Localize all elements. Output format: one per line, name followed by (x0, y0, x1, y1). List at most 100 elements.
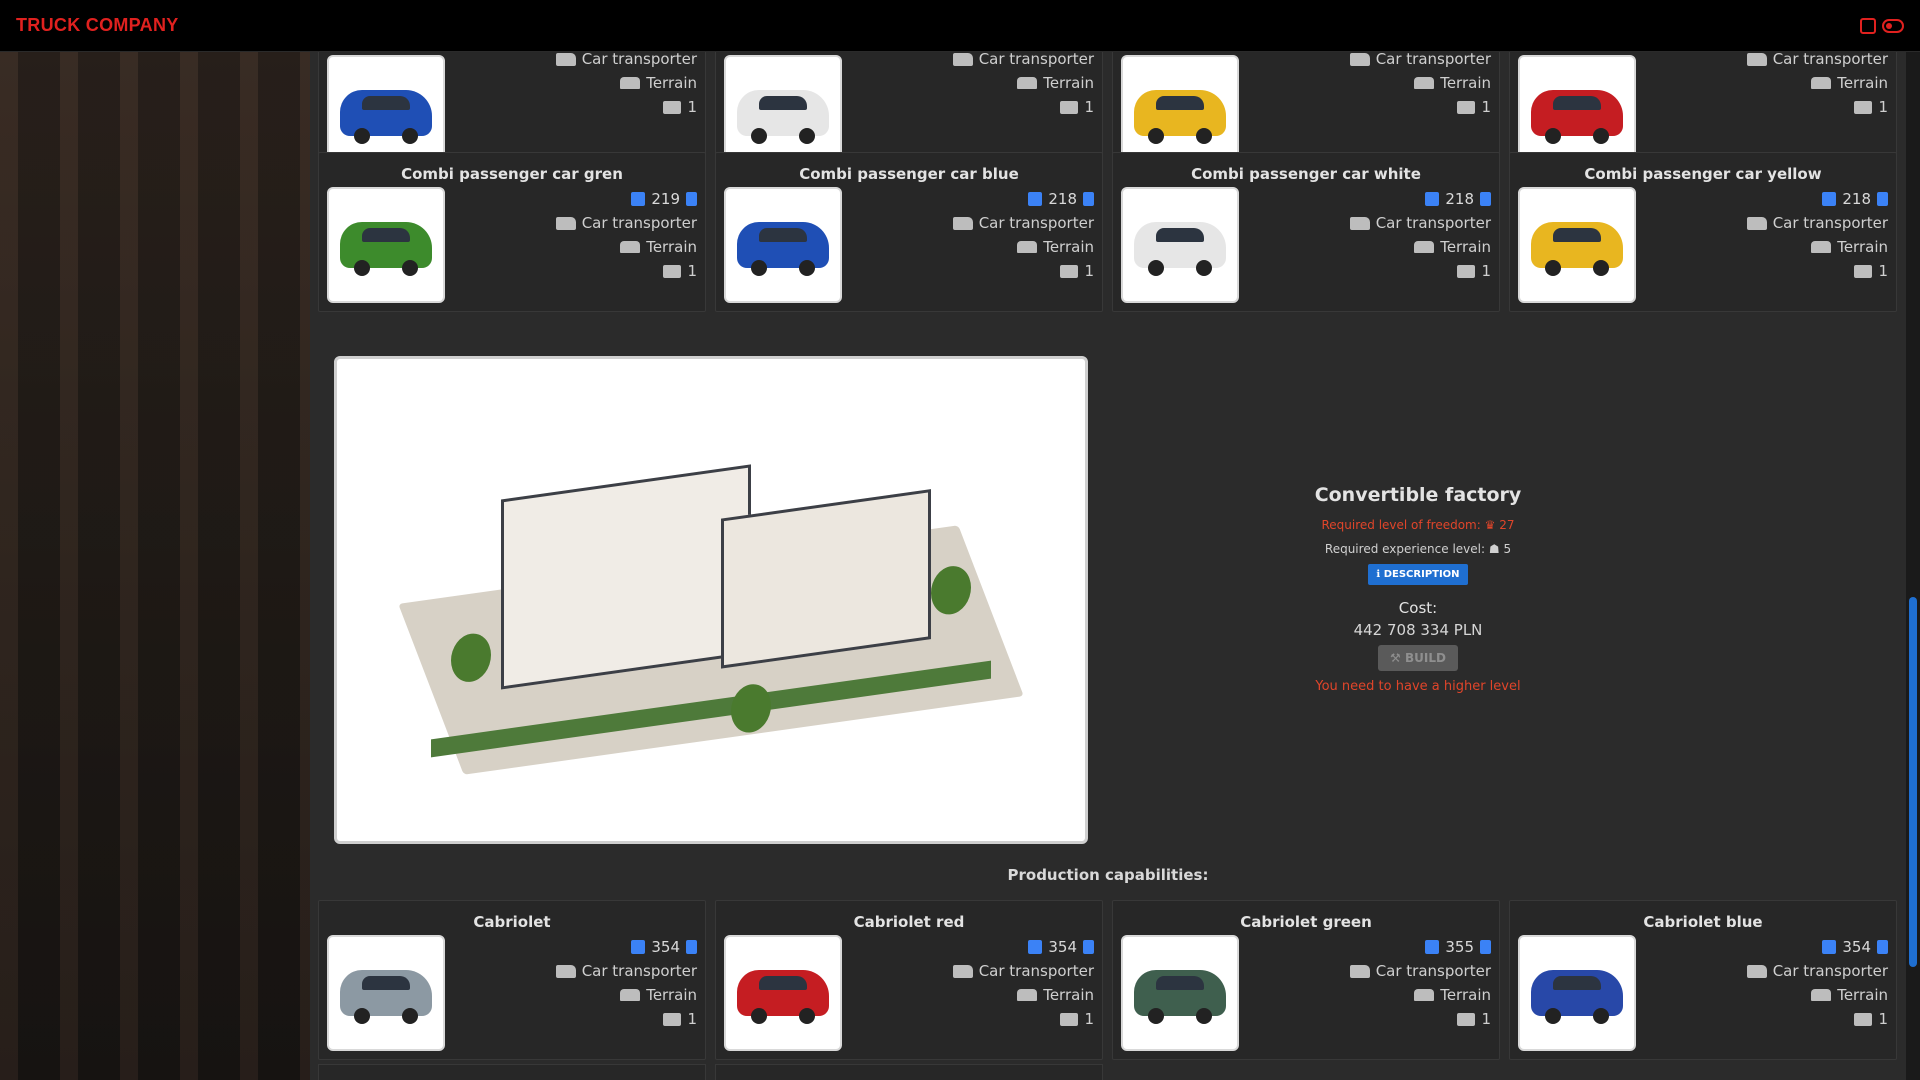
fuel-icon[interactable] (1860, 17, 1876, 34)
building-count: 1 (687, 1010, 697, 1028)
building-count: 1 (1084, 262, 1094, 280)
description-label: DESCRIPTION (1383, 569, 1460, 580)
bottom-card-row (318, 1064, 1897, 1080)
document-icon (686, 940, 697, 954)
building-icon (663, 264, 682, 278)
transport-type: Car transporter (1772, 962, 1888, 980)
crown-icon: ♛ (1484, 518, 1496, 532)
vehicle-image (327, 187, 445, 303)
building-count: 1 (687, 262, 697, 280)
production-card-row: Cabriolet 354 Car transporter Terrain 1 … (318, 900, 1897, 1060)
terrain-label: Terrain (646, 986, 697, 1004)
terrain-label: Terrain (1837, 238, 1888, 256)
build-label: BUILD (1404, 651, 1446, 665)
garage-icon (620, 241, 641, 253)
garage-icon (1811, 77, 1832, 89)
vehicle-card[interactable]: Combi passenger car white 218 Car transp… (1112, 152, 1500, 312)
building-icon (1060, 1012, 1079, 1026)
info-icon: ℹ (1376, 569, 1381, 580)
vehicle-name: Combi passenger car blue (799, 165, 1019, 183)
price-icon (631, 192, 646, 206)
vehicle-card[interactable]: Combi passenger car gren 219 Car transpo… (318, 152, 706, 312)
car-transporter-icon (1746, 52, 1767, 66)
price-icon (1425, 192, 1440, 206)
document-icon (1480, 192, 1491, 206)
terrain-label: Terrain (646, 238, 697, 256)
vehicle-image (1518, 935, 1636, 1051)
vehicle-card[interactable]: Cabriolet 354 Car transporter Terrain 1 (318, 900, 706, 1060)
transport-type: Car transporter (978, 52, 1094, 68)
vehicle-card[interactable]: Cabriolet red 354 Car transporter Terrai… (715, 900, 1103, 1060)
required-experience-value: 5 (1503, 542, 1512, 556)
description-button[interactable]: ℹ DESCRIPTION (1368, 564, 1468, 585)
scrollbar-thumb[interactable] (1909, 597, 1917, 967)
terrain-label: Terrain (1440, 74, 1491, 92)
building-icon (1457, 264, 1476, 278)
building-count: 1 (1878, 262, 1888, 280)
car-transporter-icon (555, 216, 576, 230)
terrain-label: Terrain (1440, 238, 1491, 256)
required-freedom-value: 27 (1499, 518, 1515, 532)
vehicle-name: Combi passenger car white (1191, 165, 1421, 183)
building-icon (663, 100, 682, 114)
vehicle-card[interactable] (715, 1064, 1103, 1080)
top-bar: TRUCK COMPANY (0, 0, 1920, 52)
price-icon (1822, 192, 1837, 206)
factory-image (334, 356, 1088, 844)
vehicle-card[interactable]: Cabriolet blue 354 Car transporter Terra… (1509, 900, 1897, 1060)
vehicle-name: Cabriolet red (853, 913, 965, 931)
vehicle-price: 218 (1048, 190, 1077, 208)
transport-type: Car transporter (1375, 214, 1491, 232)
building-count: 1 (1084, 1010, 1094, 1028)
building-icon (663, 1012, 682, 1026)
transport-type: Car transporter (581, 962, 697, 980)
vehicle-price: 354 (1842, 938, 1871, 956)
transport-type: Car transporter (1772, 214, 1888, 232)
terrain-label: Terrain (646, 74, 697, 92)
building-icon (1854, 1012, 1873, 1026)
building-count: 1 (1481, 1010, 1491, 1028)
helmet-icon: ☗ (1488, 542, 1500, 556)
production-capabilities-label: Production capabilities: (1007, 866, 1209, 884)
vehicle-card[interactable]: Combi passenger car yellow 218 Car trans… (1509, 152, 1897, 312)
car-transporter-icon (952, 52, 973, 66)
document-icon (686, 192, 697, 206)
building-icon (1060, 100, 1079, 114)
terrain-label: Terrain (1837, 74, 1888, 92)
car-transporter-icon (952, 964, 973, 978)
vehicle-card[interactable]: Cabriolet green 355 Car transporter Terr… (1112, 900, 1500, 1060)
transport-type: Car transporter (1375, 52, 1491, 68)
building-count: 1 (1084, 98, 1094, 116)
build-button[interactable]: ⚒ BUILD (1378, 645, 1458, 671)
car-transporter-icon (1746, 964, 1767, 978)
background-industrial (0, 52, 310, 1080)
garage-icon (1017, 989, 1038, 1001)
building-icon (1060, 264, 1079, 278)
transport-type: Car transporter (1772, 52, 1888, 68)
app-title[interactable]: TRUCK COMPANY (16, 15, 179, 36)
vehicle-card[interactable] (318, 1064, 706, 1080)
vehicle-price: 218 (1445, 190, 1474, 208)
vehicle-card[interactable]: Combi passenger car blue 218 Car transpo… (715, 152, 1103, 312)
vehicle-price: 355 (1445, 938, 1474, 956)
building-count: 1 (1481, 98, 1491, 116)
building-icon (1457, 1012, 1476, 1026)
terrain-label: Terrain (1043, 238, 1094, 256)
building-icon (1854, 264, 1873, 278)
transport-type: Car transporter (978, 962, 1094, 980)
document-icon (1083, 192, 1094, 206)
transport-type: Car transporter (581, 214, 697, 232)
vehicle-price: 218 (1842, 190, 1871, 208)
vehicle-image (724, 187, 842, 303)
garage-icon (1811, 241, 1832, 253)
vehicle-name: Combi passenger car yellow (1584, 165, 1822, 183)
cost-value: 442 708 334 PLN (1353, 621, 1483, 639)
transport-type: Car transporter (1375, 962, 1491, 980)
garage-icon (1017, 241, 1038, 253)
scrollbar[interactable] (1906, 52, 1920, 1080)
document-icon (1877, 940, 1888, 954)
vehicle-name: Cabriolet green (1240, 913, 1372, 931)
terrain-label: Terrain (1837, 986, 1888, 1004)
building-count: 1 (1878, 98, 1888, 116)
toggle-icon[interactable] (1882, 18, 1904, 33)
